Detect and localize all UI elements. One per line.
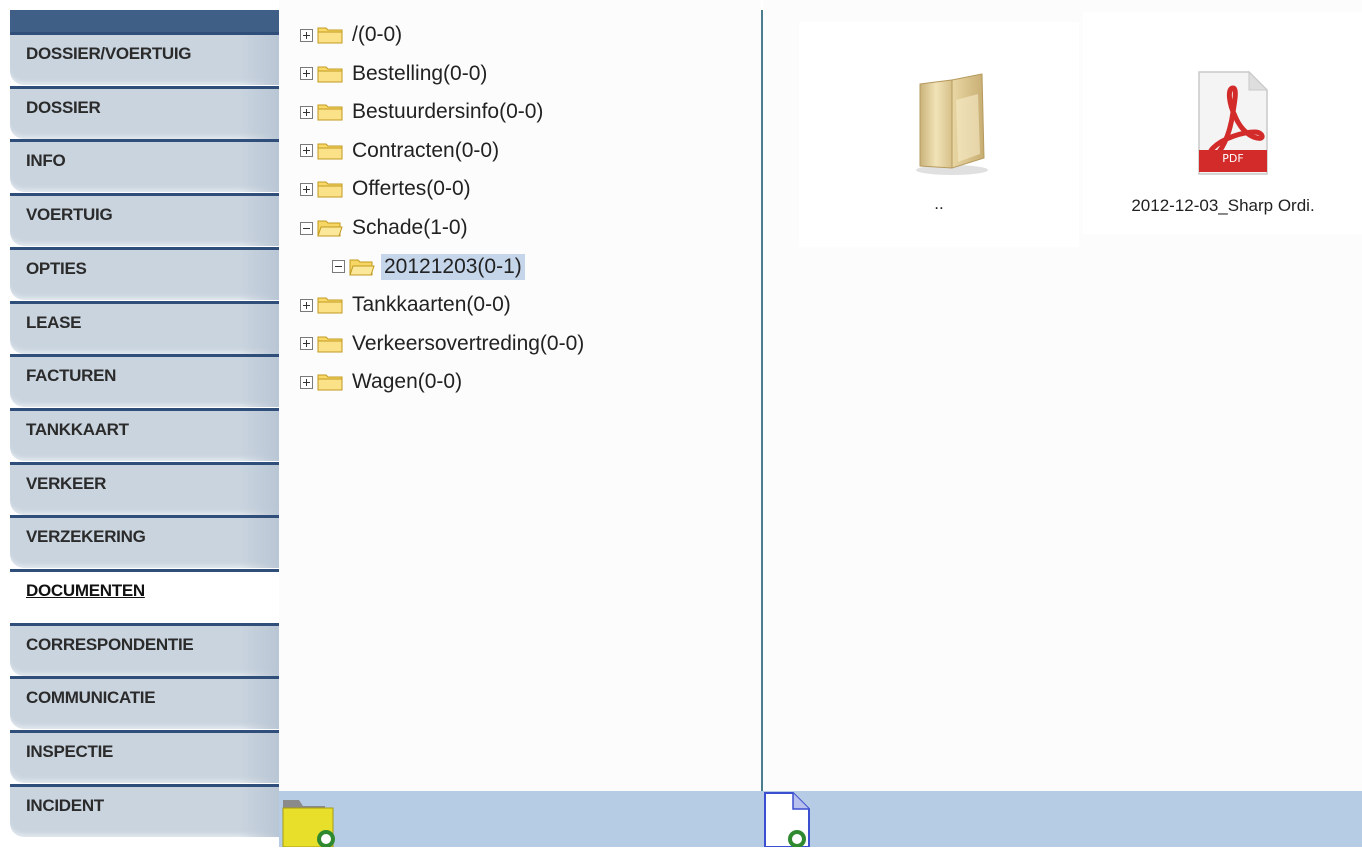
sidebar-tab-label: VOERTUIG	[26, 205, 113, 225]
file-name-pdf: 2012-12-03_Sharp Ordi.	[1131, 196, 1315, 215]
tab-shade	[239, 357, 279, 408]
file-list-panel: .. PDF 2012-12-03_Sharp Ordi.	[763, 0, 1362, 791]
tree-item-20121203-0-1[interactable]: 20121203(0-1)	[332, 252, 525, 282]
tree-item-contracten-0-0[interactable]: Contracten(0-0)	[300, 136, 502, 166]
sidebar-top-strip	[10, 10, 279, 32]
expand-icon[interactable]	[300, 67, 313, 81]
expand-icon[interactable]	[300, 28, 313, 42]
sidebar-tab-documenten[interactable]: DOCUMENTEN	[10, 569, 279, 622]
tree-item-label: Contracten(0-0)	[352, 138, 500, 162]
folder-icon	[317, 181, 343, 198]
bottom-toolbar	[279, 791, 1362, 848]
tree-item-label: Wagen(0-0)	[352, 370, 463, 394]
sidebar-tab-label: VERKEER	[26, 473, 107, 493]
tree-item-bestelling-0-0[interactable]: Bestelling(0-0)	[300, 59, 490, 89]
folder-icon	[317, 297, 343, 314]
new-folder-icon	[282, 800, 335, 848]
file-tile-pdf[interactable]: PDF 2012-12-03_Sharp Ordi.	[1083, 12, 1362, 234]
sidebar-tab-label: INSPECTIE	[26, 742, 114, 762]
new-folder-button[interactable]	[281, 796, 339, 848]
tree-item-offertes-0-0[interactable]: Offertes(0-0)	[300, 174, 474, 204]
sidebar-tab-label: TANKKAART	[26, 419, 129, 439]
folder-icon	[317, 104, 343, 121]
tree-item-label: Tankkaarten(0-0)	[352, 293, 511, 317]
tab-shade	[239, 464, 279, 515]
tree-item-bestuurdersinfo-0-0[interactable]: Bestuurdersinfo(0-0)	[300, 97, 546, 127]
folder-icon	[317, 143, 343, 160]
sidebar-tab-voertuig[interactable]: VOERTUIG	[10, 193, 279, 247]
tree-item-label: Schade(1-0)	[352, 216, 468, 239]
sidebar-tab-label: DOCUMENTEN	[26, 581, 145, 600]
tree-item-label: /(0-0)	[352, 23, 403, 46]
tab-shade	[239, 679, 279, 730]
sidebar-tab-tankkaart[interactable]: TANKKAART	[10, 407, 279, 461]
sidebar-tab-verkeer[interactable]: VERKEER	[10, 461, 279, 515]
tree-item-label: Verkeersovertreding(0-0)	[352, 331, 585, 355]
folder-open-icon	[317, 220, 343, 237]
new-file-icon	[764, 792, 810, 848]
sidebar-nav: DOSSIER/VOERTUIG DOSSIER INFO VOERTUIG OPTIE…	[0, 0, 279, 847]
sidebar-tab-label: DOSSIER/VOERTUIG	[26, 44, 192, 63]
tree-item-label: Offertes(0-0)	[352, 177, 471, 201]
collapse-icon[interactable]	[300, 221, 313, 235]
expand-icon[interactable]	[300, 375, 313, 389]
expand-icon[interactable]	[300, 144, 313, 158]
sidebar-tab-label: INFO	[26, 151, 66, 171]
sidebar-tab-inspectie[interactable]: INSPECTIE	[10, 730, 279, 784]
sidebar-tab-label: OPTIES	[26, 258, 87, 278]
sidebar-tab-lease[interactable]: LEASE	[10, 300, 279, 354]
sidebar-tab-label: CORRESPONDENTIE	[26, 634, 194, 654]
tree-item-verkeersovertreding-0-0[interactable]: Verkeersovertreding(0-0)	[300, 329, 587, 359]
tab-shade	[239, 733, 279, 784]
tree-item-schade-1-0[interactable]: Schade(1-0)	[300, 213, 471, 243]
tree-item-0-0[interactable]: /(0-0)	[300, 20, 405, 50]
expand-icon[interactable]	[300, 337, 313, 351]
sidebar-tab-label: COMMUNICATIE	[26, 688, 156, 708]
tab-shade	[239, 518, 279, 569]
file-tile-parent-folder[interactable]: ..	[799, 22, 1079, 247]
folder-icon	[317, 66, 343, 83]
sidebar-tab-incident[interactable]: INCIDENT	[10, 783, 279, 837]
tree-item-tankkaarten-0-0[interactable]: Tankkaarten(0-0)	[300, 290, 514, 320]
folder-tree-panel: /(0-0) Bestelling(0-0) Bestuurdersinfo(0-0…	[279, 0, 761, 791]
tab-shade	[239, 410, 279, 461]
sidebar-tab-label: VERZEKERING	[26, 527, 146, 547]
sidebar-tab-communicatie[interactable]: COMMUNICATIE	[10, 676, 279, 730]
tree-item-label: Bestelling(0-0)	[352, 61, 488, 85]
tree-item-wagen-0-0[interactable]: Wagen(0-0)	[300, 367, 465, 397]
sidebar-tab-correspondentie[interactable]: CORRESPONDENTIE	[10, 622, 279, 676]
sidebar-tab-label: FACTUREN	[26, 366, 117, 386]
expand-icon[interactable]	[300, 105, 313, 119]
sidebar-tab-label: INCIDENT	[26, 795, 104, 815]
expand-icon[interactable]	[300, 298, 313, 312]
sidebar-tab-dossier[interactable]: DOSSIER	[10, 85, 279, 139]
folder-icon	[317, 336, 343, 353]
tab-shade	[239, 303, 279, 354]
tab-shade	[239, 249, 279, 300]
tab-shade	[239, 88, 279, 139]
sidebar-tab-verzekering[interactable]: VERZEKERING	[10, 515, 279, 569]
sidebar-tab-dossier-voertuig[interactable]: DOSSIER/VOERTUIG	[10, 32, 279, 85]
tab-shade	[239, 786, 279, 837]
expand-icon[interactable]	[300, 182, 313, 196]
folder-up-icon	[916, 73, 988, 175]
tab-shade	[239, 625, 279, 676]
tab-shade	[239, 142, 279, 193]
tree-item-label: Bestuurdersinfo(0-0)	[352, 100, 544, 124]
sidebar-tab-facturen[interactable]: FACTUREN	[10, 354, 279, 408]
new-file-button[interactable]	[763, 791, 813, 848]
sidebar-tab-info[interactable]: INFO	[10, 139, 279, 193]
pdf-badge: PDF	[1222, 152, 1244, 165]
sidebar-tab-label: DOSSIER	[26, 97, 101, 117]
folder-open-icon	[349, 259, 375, 276]
tab-shade	[239, 35, 279, 85]
sidebar-tab-opties[interactable]: OPTIES	[10, 246, 279, 300]
collapse-icon[interactable]	[332, 260, 345, 274]
folder-icon	[317, 27, 343, 44]
file-name-parent: ..	[934, 194, 944, 213]
tree-item-label: 20121203(0-1)	[381, 253, 525, 280]
tab-shade	[239, 196, 279, 247]
sidebar-tab-label: LEASE	[26, 312, 82, 332]
folder-icon	[317, 374, 343, 391]
